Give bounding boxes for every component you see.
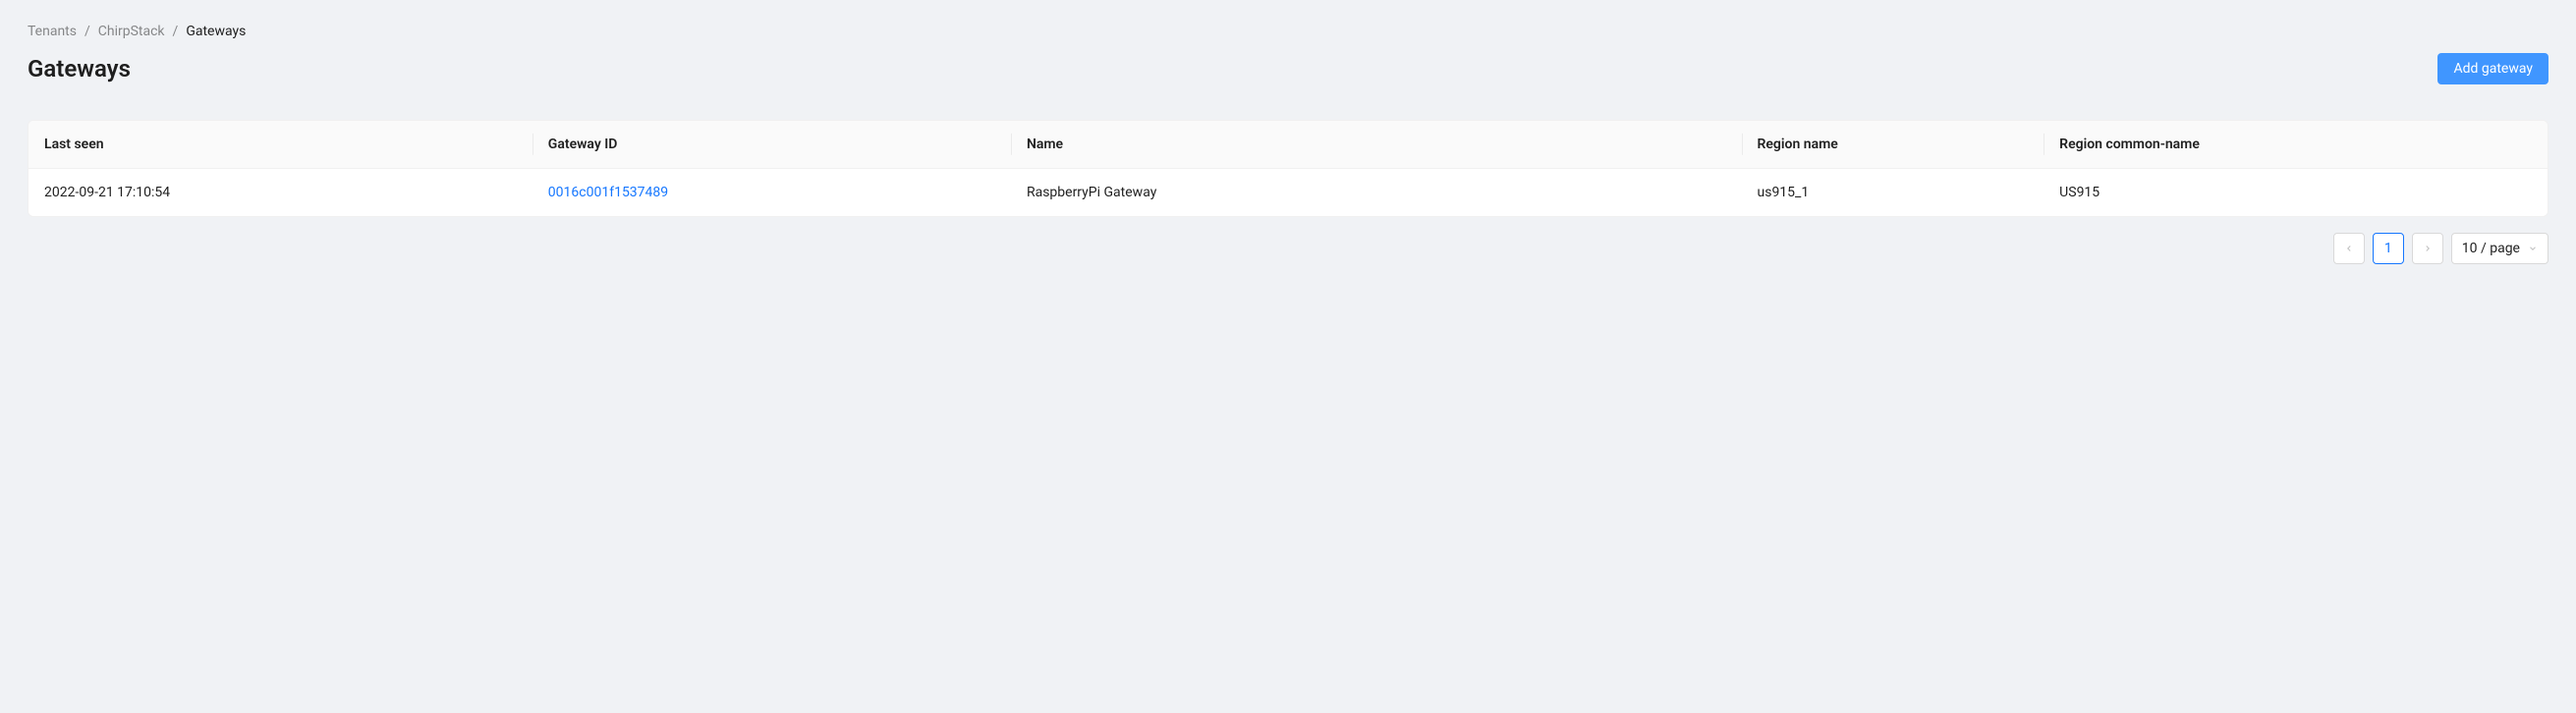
page-size-label: 10 / page [2462, 241, 2520, 256]
breadcrumb: Tenants / ChirpStack / Gateways [28, 24, 2548, 39]
column-header-gateway-id[interactable]: Gateway ID [532, 121, 1011, 169]
cell-name: RaspberryPi Gateway [1011, 169, 1742, 217]
cell-gateway-id: 0016c001f1537489 [532, 169, 1011, 217]
cell-region-common-name: US915 [2044, 169, 2548, 217]
gateway-id-link[interactable]: 0016c001f1537489 [548, 185, 668, 200]
chevron-left-icon [2344, 244, 2354, 253]
chevron-right-icon [2423, 244, 2433, 253]
column-header-region-common-name[interactable]: Region common-name [2044, 121, 2548, 169]
chevron-down-icon [2528, 244, 2538, 253]
pagination-prev-button[interactable] [2333, 233, 2365, 264]
gateways-table: Last seen Gateway ID Name Region name Re… [28, 120, 2548, 217]
column-header-name[interactable]: Name [1011, 121, 1742, 169]
add-gateway-button[interactable]: Add gateway [2437, 53, 2548, 84]
pagination: 1 10 / page [28, 233, 2548, 264]
pagination-next-button[interactable] [2412, 233, 2443, 264]
cell-last-seen: 2022-09-21 17:10:54 [28, 169, 532, 217]
column-header-region-name[interactable]: Region name [1742, 121, 2044, 169]
page-header: Gateways Add gateway [28, 53, 2548, 84]
cell-region-name: us915_1 [1742, 169, 2044, 217]
breadcrumb-separator: / [173, 24, 179, 39]
breadcrumb-item-current: Gateways [186, 24, 246, 39]
breadcrumb-item-tenant[interactable]: ChirpStack [98, 24, 165, 39]
pagination-page-1[interactable]: 1 [2373, 233, 2404, 264]
column-header-last-seen[interactable]: Last seen [28, 121, 532, 169]
breadcrumb-separator: / [84, 24, 90, 39]
page-title: Gateways [28, 55, 131, 82]
page-size-select[interactable]: 10 / page [2451, 233, 2548, 264]
table-row: 2022-09-21 17:10:54 0016c001f1537489 Ras… [28, 169, 2548, 217]
breadcrumb-item-tenants[interactable]: Tenants [28, 24, 77, 39]
